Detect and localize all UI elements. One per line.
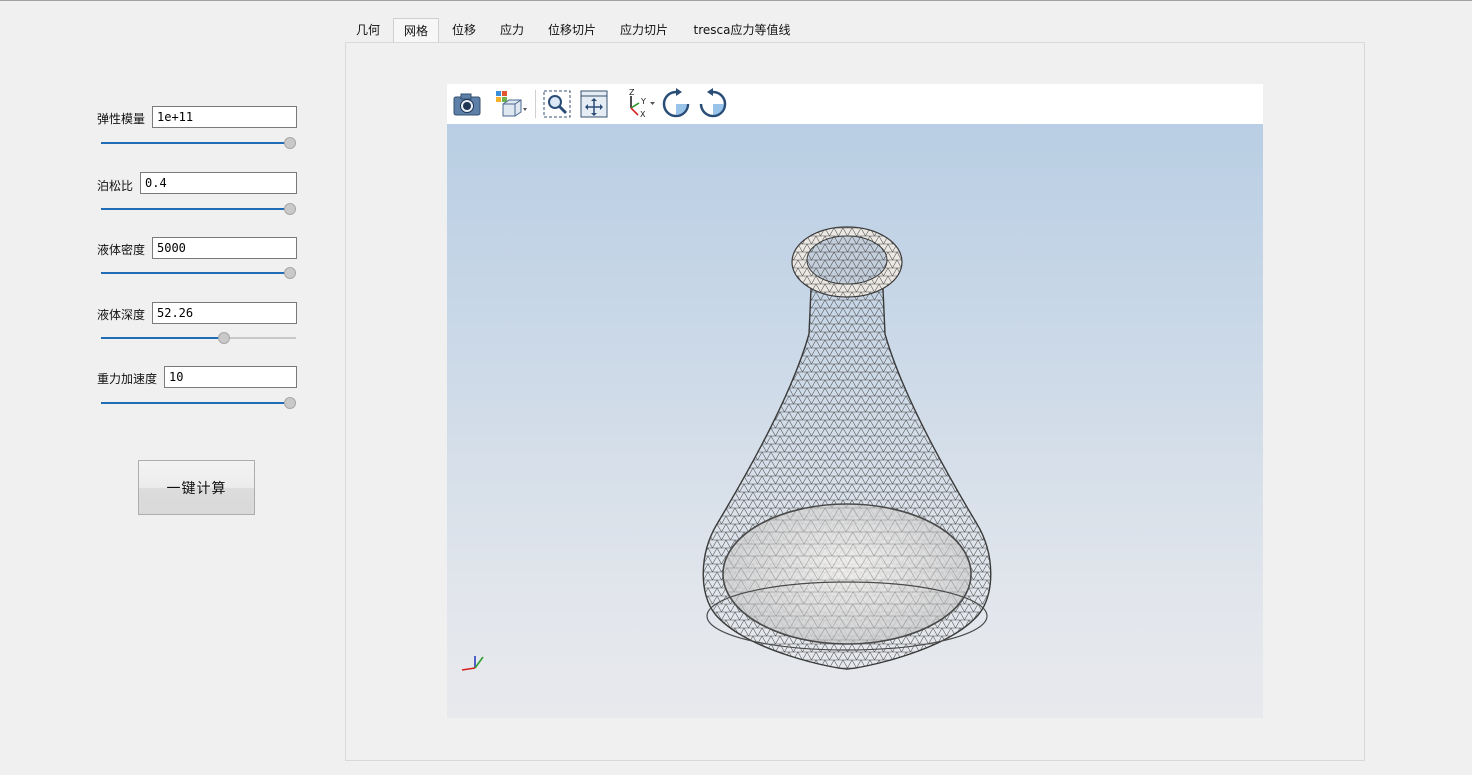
viewer-toolbar: Z Y X <box>447 84 1263 124</box>
slider-handle[interactable] <box>284 267 296 279</box>
tab-geometry[interactable]: 几何 <box>348 18 388 42</box>
elastic-modulus-label: 弹性模量 <box>97 112 146 126</box>
liquid-depth-slider[interactable] <box>101 332 296 344</box>
gravity-input[interactable]: 10 <box>164 366 297 388</box>
liquid-depth-label: 液体深度 <box>97 308 146 322</box>
svg-text:X: X <box>640 110 646 119</box>
elastic-modulus-input[interactable]: 1e+11 <box>152 106 297 128</box>
poisson-ratio-input[interactable]: 0.4 <box>140 172 297 194</box>
svg-text:Y: Y <box>640 97 646 106</box>
axes-orientation-icon[interactable]: Z Y X <box>623 88 655 120</box>
view-cube-icon[interactable] <box>493 88 527 120</box>
3d-viewer: Z Y X <box>447 84 1263 718</box>
tab-stress-slice[interactable]: 应力切片 <box>612 18 676 42</box>
svg-text:Z: Z <box>629 88 635 97</box>
tab-tresca-contour[interactable]: tresca应力等值线 <box>686 18 798 42</box>
slider-handle[interactable] <box>284 203 296 215</box>
rotate-clockwise-icon[interactable] <box>660 88 692 120</box>
slider-handle[interactable] <box>284 137 296 149</box>
tab-stress[interactable]: 应力 <box>491 18 533 42</box>
tab-displacement-slice[interactable]: 位移切片 <box>540 18 604 42</box>
tab-displacement[interactable]: 位移 <box>444 18 484 42</box>
gravity-label: 重力加速度 <box>97 372 158 386</box>
zoom-box-icon[interactable] <box>541 88 573 120</box>
liquid-density-input[interactable]: 5000 <box>152 237 297 259</box>
liquid-depth-input[interactable]: 52.26 <box>152 302 297 324</box>
fit-view-icon[interactable] <box>578 88 610 120</box>
tab-mesh[interactable]: 网格 <box>393 18 439 42</box>
poisson-ratio-label: 泊松比 <box>97 179 134 193</box>
window-top-border <box>0 0 1472 1</box>
gravity-slider[interactable] <box>101 397 296 409</box>
camera-icon[interactable] <box>451 88 483 120</box>
3d-viewport[interactable] <box>447 124 1263 718</box>
flask-mesh <box>702 226 992 670</box>
one-click-calculate-button[interactable]: 一键计算 <box>138 460 255 515</box>
toolbar-separator <box>535 90 536 118</box>
slider-handle[interactable] <box>284 397 296 409</box>
orientation-axes-triad <box>461 656 484 671</box>
slider-handle[interactable] <box>218 332 231 344</box>
poisson-ratio-slider[interactable] <box>101 203 296 215</box>
liquid-density-slider[interactable] <box>101 267 296 279</box>
elastic-modulus-slider[interactable] <box>101 137 296 149</box>
liquid-density-label: 液体密度 <box>97 243 146 257</box>
mesh-render <box>461 226 992 671</box>
rotate-counterclockwise-icon[interactable] <box>697 88 729 120</box>
